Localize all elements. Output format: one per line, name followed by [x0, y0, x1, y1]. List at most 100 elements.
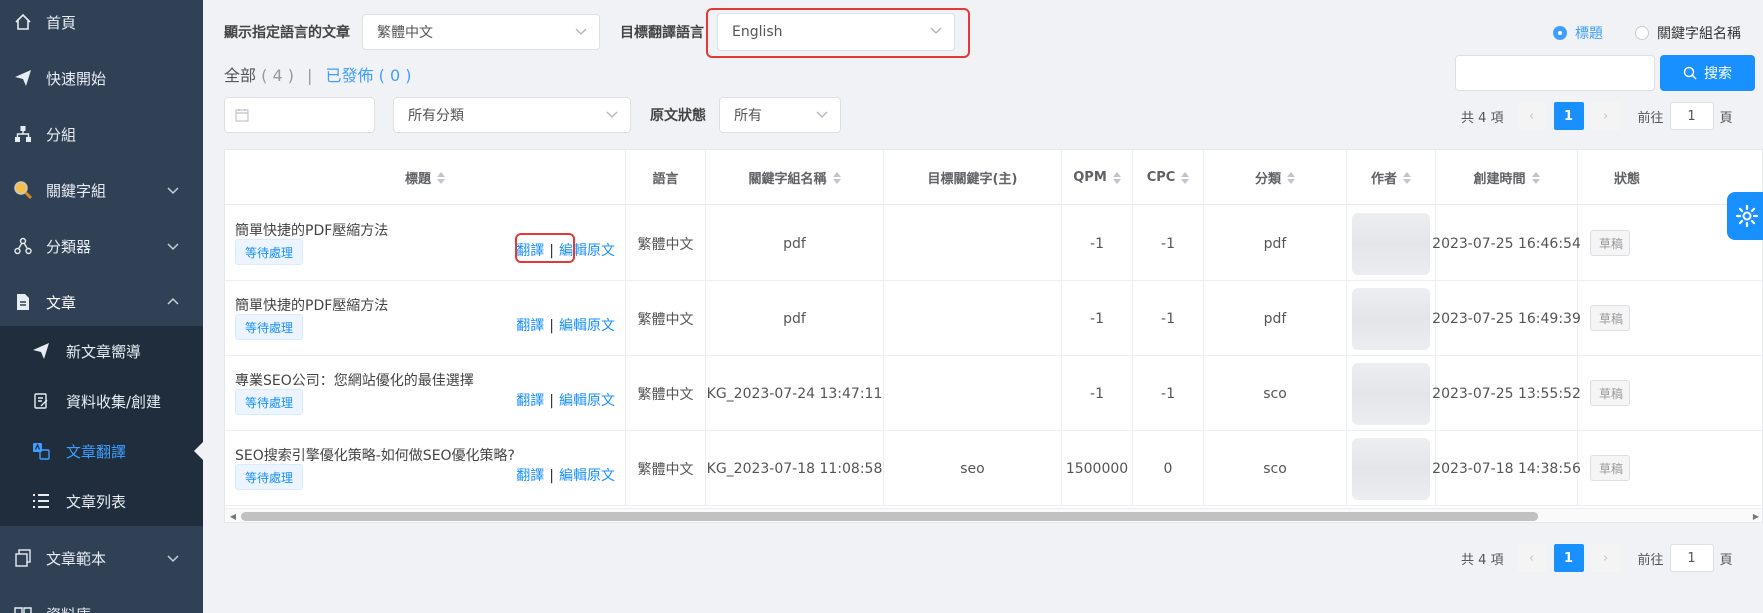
cell-keyword-group: pdf	[706, 206, 884, 281]
chevron-down-icon	[816, 111, 828, 118]
sidebar-item-new-article-wizard[interactable]: 新文章嚮導	[0, 326, 203, 376]
sidebar-item-article-translate[interactable]: 文章翻譯	[0, 426, 203, 476]
sort-icon[interactable]	[1112, 171, 1121, 184]
cell-title: 簡單快捷的PDF壓縮方法 等待處理 翻譯 | 編輯原文	[225, 206, 626, 281]
sidebar-item-home[interactable]: 首頁	[0, 0, 203, 50]
column-header-cpc[interactable]: CPC	[1133, 150, 1204, 205]
column-header-author[interactable]: 作者	[1347, 150, 1436, 205]
goto-page-input[interactable]: 1	[1669, 102, 1714, 130]
sort-icon[interactable]	[1287, 171, 1295, 184]
translate-link[interactable]: 翻譯	[516, 468, 544, 484]
pagination-top: 共 4 項 ‹ 1 › 前往 1 頁	[1461, 102, 1733, 130]
sidebar-item-article-template[interactable]: 文章範本	[0, 530, 203, 586]
scrollbar-thumb[interactable]	[241, 512, 1538, 521]
sidebar-item-data-collection[interactable]: 資料收集/創建	[0, 376, 203, 426]
cell-target-keyword	[884, 206, 1062, 281]
category-value: 所有分類	[408, 108, 464, 124]
header-label: 語言	[652, 172, 679, 187]
goto-suffix: 頁	[1719, 552, 1733, 568]
articles-table: 標題 語言 關鍵字組名稱 目標關鍵字(主) QPM CPC 分類 作者 創建時間…	[224, 149, 1763, 523]
radio-search-by-keyword-group[interactable]: 關鍵字組名稱	[1635, 23, 1741, 43]
radio-search-by-title[interactable]: 標題	[1553, 23, 1603, 43]
action-separator: |	[549, 468, 554, 484]
column-header-created[interactable]: 創建時間	[1436, 150, 1578, 205]
sidebar-item-classifier[interactable]: 分類器	[0, 218, 203, 274]
edit-original-link[interactable]: 編輯原文	[559, 318, 615, 334]
status-button[interactable]: 草稿	[1590, 455, 1630, 481]
author-redacted	[1352, 287, 1430, 350]
header-label: CPC	[1146, 170, 1176, 185]
page-number-current[interactable]: 1	[1553, 544, 1584, 572]
goto-suffix: 頁	[1719, 110, 1733, 126]
cell-author	[1347, 206, 1436, 281]
sidebar-item-label: 文章翻譯	[66, 442, 127, 461]
prev-page-button[interactable]: ‹	[1517, 102, 1546, 130]
edit-original-link[interactable]: 編輯原文	[559, 393, 615, 409]
column-header-qpm[interactable]: QPM	[1062, 150, 1133, 205]
sidebar-item-group[interactable]: 分組	[0, 106, 203, 162]
status-button[interactable]: 草稿	[1590, 305, 1630, 331]
sidebar-item-label: 文章範本	[46, 549, 107, 568]
cell-created: 2023-07-25 16:49:39	[1432, 281, 1581, 356]
sidebar-item-label: 文章	[46, 293, 77, 312]
status-badge: 等待處理	[235, 314, 304, 340]
pagination-total: 共 4 項	[1461, 110, 1504, 126]
status-select[interactable]: 所有	[719, 97, 841, 133]
status-button[interactable]: 草稿	[1590, 230, 1630, 256]
clipboard-edit-icon	[30, 390, 52, 412]
active-indicator	[194, 442, 203, 460]
page-number-current[interactable]: 1	[1553, 102, 1584, 130]
date-picker[interactable]	[224, 97, 375, 133]
status-button[interactable]: 草稿	[1590, 380, 1630, 406]
show-language-select[interactable]: 繁體中文	[362, 14, 600, 50]
chevron-down-icon	[167, 555, 179, 563]
table-header: 標題 語言 關鍵字組名稱 目標關鍵字(主) QPM CPC 分類 作者 創建時間…	[225, 150, 1762, 205]
tab-all[interactable]: 全部 ( 4 )	[224, 66, 294, 85]
calendar-icon	[235, 109, 249, 122]
edit-original-link[interactable]: 編輯原文	[559, 468, 615, 484]
translate-link[interactable]: 翻譯	[516, 393, 544, 409]
sidebar-item-quick-start[interactable]: 快速開始	[0, 50, 203, 106]
sidebar-item-article-list[interactable]: 文章列表	[0, 476, 203, 526]
settings-gear-button[interactable]	[1727, 192, 1763, 240]
cell-qpm: -1	[1062, 206, 1133, 281]
pagination-total: 共 4 項	[1461, 552, 1504, 568]
column-header-title[interactable]: 標題	[225, 150, 626, 205]
scroll-left-arrow-icon[interactable]: ◀	[228, 511, 238, 521]
cell-language: 繁體中文	[626, 356, 706, 431]
radio-label: 關鍵字組名稱	[1657, 26, 1741, 42]
sidebar-item-article[interactable]: 文章	[0, 274, 203, 330]
header-label: 狀態	[1614, 172, 1641, 187]
search-button[interactable]: 搜索	[1660, 55, 1755, 91]
sort-icon[interactable]	[832, 171, 841, 184]
sort-icon[interactable]	[1403, 171, 1411, 184]
column-header-keyword-group[interactable]: 關鍵字組名稱	[706, 150, 884, 205]
row-actions: 翻譯 | 編輯原文	[516, 390, 615, 410]
next-page-button[interactable]: ›	[1591, 544, 1620, 572]
radio-dot	[1553, 26, 1567, 40]
document-icon	[12, 291, 34, 313]
search-input[interactable]	[1455, 55, 1655, 91]
cell-cpc: -1	[1133, 206, 1204, 281]
tab-published[interactable]: 已發佈 ( 0 )	[326, 66, 412, 85]
category-select[interactable]: 所有分類	[393, 97, 631, 133]
cell-created: 2023-07-18 14:38:56	[1432, 431, 1581, 506]
horizontal-scrollbar[interactable]: ◀ ▶	[225, 508, 1762, 522]
gear-icon	[1735, 204, 1758, 228]
sidebar-item-label: 資料庫	[46, 604, 91, 613]
next-page-button[interactable]: ›	[1591, 102, 1620, 130]
sort-icon[interactable]	[1531, 171, 1540, 184]
sort-icon[interactable]	[437, 171, 445, 184]
magnifier-icon	[12, 179, 34, 201]
column-header-category[interactable]: 分類	[1204, 150, 1347, 205]
home-icon	[12, 11, 34, 33]
all-label: 全部	[224, 66, 257, 85]
translate-link[interactable]: 翻譯	[516, 318, 544, 334]
scroll-right-arrow-icon[interactable]: ▶	[1751, 511, 1761, 521]
sidebar-item-keyword-group[interactable]: 關鍵字組	[0, 162, 203, 218]
sidebar-item-database[interactable]: 資料庫	[0, 586, 203, 613]
chevron-down-icon	[167, 243, 179, 251]
goto-page-input[interactable]: 1	[1669, 544, 1714, 572]
sort-icon[interactable]	[1181, 171, 1190, 184]
prev-page-button[interactable]: ‹	[1517, 544, 1546, 572]
